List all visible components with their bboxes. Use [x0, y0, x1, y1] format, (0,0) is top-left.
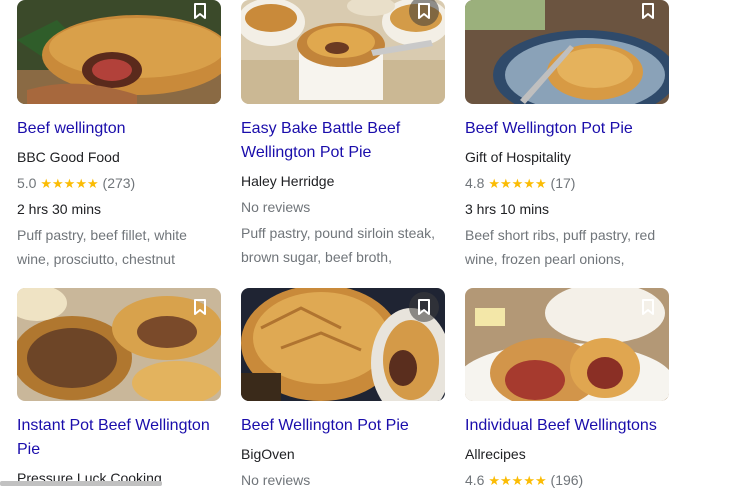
recipe-rating: 4.6 ★★★★★ (196) — [465, 470, 583, 491]
recipe-ingredients: Beef short ribs, puff pastry, red wine, … — [465, 227, 656, 267]
recipe-rating: 5.0 ★★★★★ (273) — [17, 173, 135, 194]
star-rating-icon: ★★★★★ — [40, 176, 99, 191]
review-count: (17) — [550, 175, 576, 191]
star-rating-icon: ★★★★★ — [488, 176, 547, 191]
recipe-title[interactable]: Beef wellington — [17, 117, 221, 141]
save-recipe-button[interactable] — [185, 292, 215, 322]
recipe-thumbnail[interactable] — [465, 288, 669, 401]
recipe-source: Gift of Hospitality — [465, 149, 571, 165]
recipe-title[interactable]: Individual Beef Wellingtons — [465, 414, 669, 438]
bookmark-icon — [194, 3, 206, 19]
recipe-thumbnail[interactable] — [241, 288, 445, 401]
save-recipe-button[interactable] — [409, 292, 439, 322]
recipe-rating: 4.8 ★★★★★ (17) — [465, 173, 575, 194]
recipe-title[interactable]: Instant Pot Beef Wellington Pie — [17, 414, 221, 462]
bookmark-icon — [642, 3, 654, 19]
review-count: (273) — [102, 175, 136, 191]
recipe-source: Allrecipes — [465, 446, 526, 462]
recipe-title[interactable]: Beef Wellington Pot Pie — [241, 414, 445, 438]
recipe-source: Haley Herridge — [241, 173, 335, 189]
rating-value: 5.0 — [17, 175, 37, 191]
bookmark-icon — [418, 3, 430, 19]
recipe-ingredients: Puff pastry, beef fillet, white wine, pr… — [17, 227, 187, 267]
save-recipe-button[interactable] — [633, 292, 663, 322]
recipe-thumbnail[interactable] — [17, 0, 221, 104]
recipe-duration: 2 hrs 30 mins — [17, 201, 102, 217]
bookmark-icon — [418, 299, 430, 315]
recipe-thumbnail[interactable] — [465, 0, 669, 104]
recipe-duration: 3 hrs 10 mins — [465, 201, 550, 217]
recipe-source: BigOven — [241, 446, 295, 462]
recipe-thumbnail[interactable] — [241, 0, 445, 104]
no-reviews-label: No reviews — [241, 199, 311, 215]
no-reviews-label: No reviews — [241, 472, 311, 488]
rating-value: 4.8 — [465, 175, 485, 191]
recipe-source: BBC Good Food — [17, 149, 120, 165]
horizontal-scrollbar[interactable] — [0, 481, 162, 486]
recipe-thumbnail[interactable] — [17, 288, 221, 401]
recipe-ingredients: Puff pastry, pound sirloin steak, brown … — [241, 225, 436, 265]
bookmark-icon — [642, 299, 654, 315]
recipe-title[interactable]: Beef Wellington Pot Pie — [465, 117, 669, 141]
recipe-title[interactable]: Easy Bake Battle Beef Wellington Pot Pie — [241, 117, 445, 165]
bookmark-icon — [194, 299, 206, 315]
